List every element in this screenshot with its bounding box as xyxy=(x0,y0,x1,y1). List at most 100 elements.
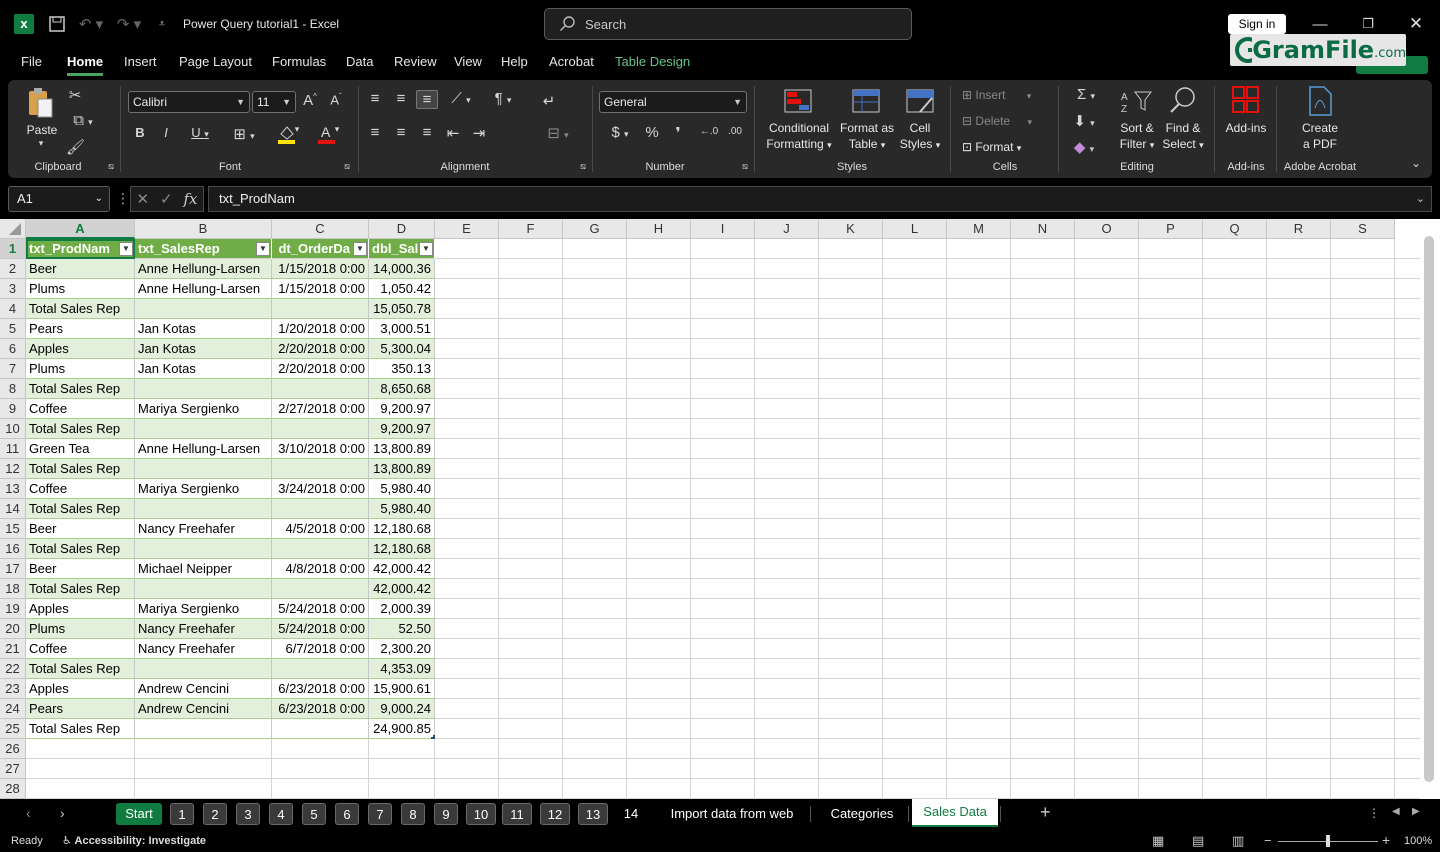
tab-table-design[interactable]: Table Design xyxy=(615,54,690,76)
table-cell[interactable]: Jan Kotas xyxy=(135,339,272,359)
sheet-tab[interactable]: 9 xyxy=(434,803,458,825)
name-box[interactable]: A1 ⌄ xyxy=(8,186,110,212)
collapse-ribbon-icon[interactable]: ⌄ xyxy=(1408,156,1424,170)
accessibility-status[interactable]: ♿ Accessibility: Investigate xyxy=(62,834,206,847)
table-cell[interactable]: Total Sales Rep xyxy=(26,719,135,739)
table-cell[interactable]: Pears xyxy=(26,319,135,339)
table-cell[interactable]: Beer xyxy=(26,259,135,279)
tab-acrobat[interactable]: Acrobat xyxy=(549,54,594,76)
table-cell[interactable] xyxy=(135,719,272,739)
table-cell[interactable]: Total Sales Rep xyxy=(26,579,135,599)
sheet-tab[interactable]: 3 xyxy=(236,803,260,825)
row-header[interactable]: 25 xyxy=(0,719,26,739)
column-header-d[interactable]: D xyxy=(369,219,435,239)
sign-in-button[interactable]: Sign in xyxy=(1228,14,1286,34)
sheet-tab[interactable]: Categories xyxy=(818,803,906,825)
table-cell[interactable]: 6/23/2018 0:00 xyxy=(272,699,369,719)
row-header[interactable]: 21 xyxy=(0,639,26,659)
filter-dropdown-icon[interactable]: ▼ xyxy=(353,242,367,256)
table-cell[interactable]: 1/20/2018 0:00 xyxy=(272,319,369,339)
cut-icon[interactable]: ✂ xyxy=(66,86,84,104)
row-header[interactable]: 11 xyxy=(0,439,26,459)
table-cell[interactable] xyxy=(272,299,369,319)
table-cell[interactable]: Nancy Freehafer xyxy=(135,519,272,539)
tab-page-layout[interactable]: Page Layout xyxy=(179,54,252,76)
page-layout-view-icon[interactable]: ▤ xyxy=(1192,833,1204,849)
table-cell[interactable]: 3/24/2018 0:00 xyxy=(272,479,369,499)
create-pdf-button[interactable]: Create a PDF xyxy=(1292,120,1348,152)
format-painter-icon[interactable]: 🖌 xyxy=(66,138,85,156)
table-cell[interactable] xyxy=(369,779,435,799)
increase-decimal-icon[interactable]: ←.0 xyxy=(698,126,720,137)
sheet-options-icon[interactable]: ⋮ xyxy=(1368,806,1380,820)
table-cell[interactable] xyxy=(272,659,369,679)
next-sheet-icon[interactable]: › xyxy=(60,805,65,821)
table-cell[interactable]: 13,800.89 xyxy=(369,459,435,479)
column-header-f[interactable]: F xyxy=(499,219,563,239)
table-cell[interactable]: 3,000.51 xyxy=(369,319,435,339)
table-cell[interactable]: Anne Hellung-Larsen xyxy=(135,439,272,459)
select-all-corner[interactable] xyxy=(0,219,26,239)
table-header-cell[interactable]: txt_SalesRep xyxy=(135,239,272,259)
alignment-launcher-icon[interactable]: ⧅ xyxy=(578,161,588,172)
column-header-a[interactable]: A xyxy=(26,219,135,239)
redo-icon[interactable]: ↷ ▾ xyxy=(114,12,144,36)
table-cell[interactable] xyxy=(272,379,369,399)
autosum-icon[interactable]: Σ ▾ xyxy=(1066,86,1106,103)
table-cell[interactable]: 4,353.09 xyxy=(369,659,435,679)
row-header[interactable]: 18 xyxy=(0,579,26,599)
column-header-p[interactable]: P xyxy=(1139,219,1203,239)
sort-filter-button[interactable]: Sort & Filter ▾ xyxy=(1114,120,1160,153)
table-cell[interactable]: 1/15/2018 0:00 xyxy=(272,259,369,279)
table-cell[interactable]: Beer xyxy=(26,519,135,539)
table-cell[interactable]: 6/7/2018 0:00 xyxy=(272,639,369,659)
table-cell[interactable]: 6/23/2018 0:00 xyxy=(272,679,369,699)
sheet-tab[interactable]: 4 xyxy=(269,803,293,825)
insert-function-icon[interactable]: fx xyxy=(184,190,198,208)
font-size-select[interactable]: 11 ▼ xyxy=(252,91,296,113)
table-cell[interactable]: Andrew Cencini xyxy=(135,699,272,719)
table-cell[interactable] xyxy=(26,779,135,799)
table-cell[interactable]: 24,900.85 xyxy=(369,719,435,739)
table-cell[interactable]: Mariya Sergienko xyxy=(135,599,272,619)
normal-view-icon[interactable]: ▦ xyxy=(1152,833,1164,849)
enter-icon[interactable]: ✓ xyxy=(160,190,173,208)
worksheet-grid[interactable]: A B C D E F G H I J K L M N O P Q R S 1 txt_ProdNam ▼ txt_Sale… xyxy=(0,219,1420,799)
tab-insert[interactable]: Insert xyxy=(124,54,157,76)
page-break-view-icon[interactable]: ▥ xyxy=(1232,833,1244,849)
font-launcher-icon[interactable]: ⧅ xyxy=(342,161,352,172)
filter-dropdown-icon[interactable]: ▼ xyxy=(119,242,133,256)
align-top-icon[interactable]: ≡ xyxy=(366,90,384,107)
table-cell[interactable]: Pears xyxy=(26,699,135,719)
table-resize-handle[interactable] xyxy=(431,735,435,739)
borders-icon[interactable]: ⊞ ▾ xyxy=(226,125,262,143)
table-cell[interactable] xyxy=(272,499,369,519)
table-cell[interactable] xyxy=(135,379,272,399)
table-cell[interactable] xyxy=(135,659,272,679)
column-header-n[interactable]: N xyxy=(1011,219,1075,239)
prev-sheet-icon[interactable]: ‹ xyxy=(26,805,31,821)
table-cell[interactable]: Nancy Freehafer xyxy=(135,619,272,639)
table-cell[interactable] xyxy=(26,739,135,759)
table-cell[interactable]: Total Sales Rep xyxy=(26,379,135,399)
row-header[interactable]: 4 xyxy=(0,299,26,319)
table-cell[interactable] xyxy=(272,719,369,739)
table-cell[interactable]: Coffee xyxy=(26,479,135,499)
table-cell[interactable]: 2,300.20 xyxy=(369,639,435,659)
orientation-icon[interactable]: ⟋ ▾ xyxy=(444,90,478,107)
table-cell[interactable]: Michael Neipper xyxy=(135,559,272,579)
table-cell[interactable]: Total Sales Rep xyxy=(26,659,135,679)
table-cell[interactable]: 12,180.68 xyxy=(369,539,435,559)
row-header[interactable]: 15 xyxy=(0,519,26,539)
table-cell[interactable]: Coffee xyxy=(26,639,135,659)
table-cell[interactable]: Green Tea xyxy=(26,439,135,459)
tab-formulas[interactable]: Formulas xyxy=(272,54,326,76)
table-cell[interactable] xyxy=(272,459,369,479)
table-cell[interactable]: 2,000.39 xyxy=(369,599,435,619)
tab-home[interactable]: Home xyxy=(67,54,104,76)
table-cell[interactable]: 15,050.78 xyxy=(369,299,435,319)
decrease-decimal-icon[interactable]: .00 xyxy=(724,126,746,137)
table-cell[interactable] xyxy=(272,739,369,759)
row-header[interactable]: 14 xyxy=(0,499,26,519)
table-cell[interactable]: Jan Kotas xyxy=(135,359,272,379)
